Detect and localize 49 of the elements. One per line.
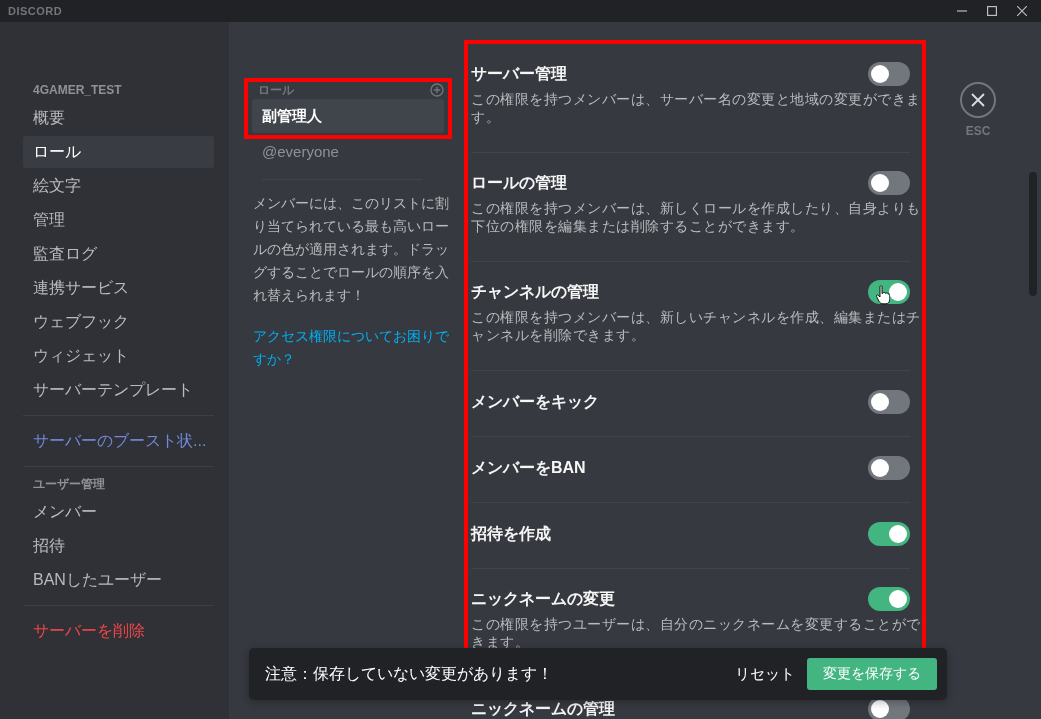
section-header: ユーザー管理	[32, 476, 106, 492]
sidebar-item[interactable]: サーバーを削除	[23, 615, 214, 647]
sidebar-item[interactable]: ロール	[23, 136, 214, 168]
unsaved-warning: 注意：保存していない変更があります！	[265, 663, 554, 684]
toggle-switch[interactable]	[868, 456, 910, 480]
permission-description: この権限を持つメンバーは、サーバー名の変更と地域の変更ができます。	[471, 90, 922, 126]
permission-title: メンバーをBAN	[471, 457, 586, 478]
permission-title: ロールの管理	[471, 172, 567, 193]
sidebar-item[interactable]: サーバーテンプレート	[23, 374, 214, 406]
sidebar-item[interactable]: 招待	[23, 530, 214, 562]
sidebar-item[interactable]: 連携サービス	[23, 272, 214, 304]
sidebar-item[interactable]: BANしたユーザー	[23, 564, 214, 596]
toggle-switch[interactable]	[868, 587, 910, 611]
maximize-icon[interactable]	[987, 6, 997, 16]
permission-title: 招待を作成	[471, 523, 551, 544]
sidebar-item[interactable]: 監査ログ	[23, 238, 214, 270]
sidebar-item[interactable]: 絵文字	[23, 170, 214, 202]
permission-description: この権限を持つメンバーは、新しいチャンネルを作成、編集またはチャンネルを削除できます。	[471, 308, 922, 344]
sidebar-item[interactable]: メンバー	[23, 496, 214, 528]
sidebar-item[interactable]: ウィジェット	[23, 340, 214, 372]
permission-title: サーバー管理	[471, 63, 567, 84]
section-header: 4GAMER_TEST	[32, 82, 123, 98]
close-icon[interactable]	[1017, 6, 1027, 16]
toggle-switch[interactable]	[868, 62, 910, 86]
sidebar-item[interactable]: 概要	[23, 102, 214, 134]
sidebar-item[interactable]: ウェブフック	[23, 306, 214, 338]
permission-description: この権限を持つメンバーは、新しくロールを作成したり、自身よりも下位の権限を編集または削除することができます。	[471, 199, 922, 235]
sidebar-item[interactable]: 管理	[23, 204, 214, 236]
permission-title: チャンネルの管理	[471, 281, 599, 302]
help-link[interactable]: アクセス権限についてお困りですか？	[253, 325, 453, 371]
permission-title: メンバーをキック	[471, 391, 599, 412]
role-item[interactable]: 副管理人	[252, 99, 444, 133]
permission-title: ニックネームの変更	[471, 588, 615, 609]
help-text: メンバーには、このリストに割り当てられている最も高いロールの色が適用されます。ドラッグすることでロールの順序を入れ替えられます！	[253, 194, 450, 305]
scrollbar-thumb[interactable]	[1029, 172, 1037, 296]
toggle-switch[interactable]	[868, 390, 910, 414]
add-icon[interactable]	[430, 83, 444, 97]
hand-cursor-icon	[876, 285, 890, 305]
permission-title: ニックネームの管理	[471, 698, 615, 719]
app-logo: DISCORD	[8, 5, 63, 17]
role-item[interactable]: @everyone	[252, 139, 446, 165]
reset-button[interactable]: リセット	[735, 656, 795, 692]
sidebar-item[interactable]: サーバーのブースト状...	[23, 425, 214, 457]
toggle-switch[interactable]	[868, 171, 910, 195]
roles-header: ロール	[258, 81, 294, 99]
esc-label: ESC	[965, 124, 991, 138]
toggle-switch[interactable]	[868, 522, 910, 546]
close-icon	[971, 93, 985, 107]
close-button[interactable]	[960, 82, 996, 118]
